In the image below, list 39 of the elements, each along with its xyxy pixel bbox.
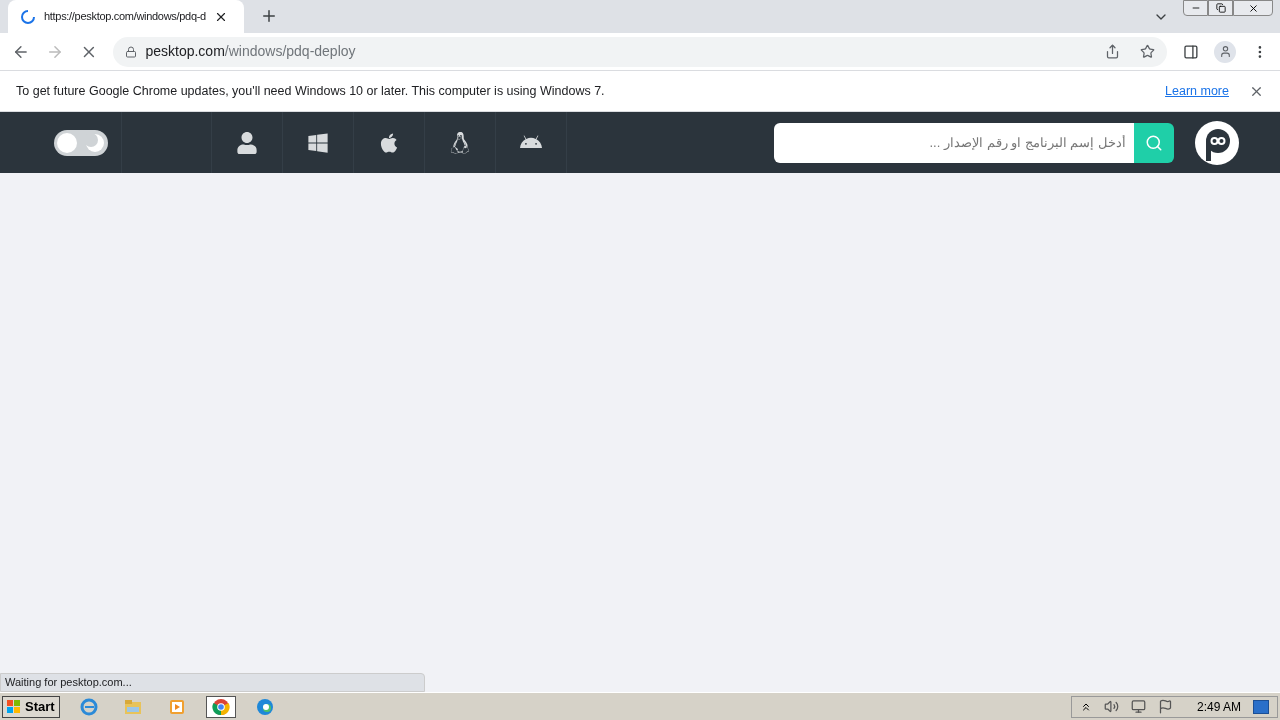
- penguin-icon: [449, 131, 471, 154]
- chrome-icon: [211, 697, 230, 716]
- user-icon: [236, 131, 258, 154]
- show-desktop-icon[interactable]: [1253, 699, 1269, 714]
- site-logo[interactable]: [1194, 119, 1240, 166]
- infobar-message: To get future Google Chrome updates, you'll need Windows 10 or later. This computer is using Windows 7.: [16, 82, 606, 100]
- network-icon[interactable]: [1130, 699, 1146, 714]
- windows-icon: [307, 131, 329, 154]
- theme-toggle[interactable]: [53, 129, 108, 156]
- close-icon: [1247, 2, 1259, 14]
- learn-more-link[interactable]: Learn more: [1165, 81, 1229, 101]
- side-panel-icon[interactable]: [1182, 43, 1199, 60]
- start-button[interactable]: Start: [2, 695, 60, 718]
- new-tab-icon[interactable]: [260, 7, 278, 25]
- flag-icon[interactable]: [1157, 699, 1173, 714]
- address-bar[interactable]: pesktop.com/windows/pdq-deploy: [113, 36, 1167, 67]
- taskbar-app[interactable]: [205, 695, 236, 718]
- search-icon: [1145, 133, 1163, 152]
- status-text: Waiting for pesktop.com...: [5, 675, 132, 691]
- profile-avatar[interactable]: [1214, 40, 1237, 63]
- browser-tab[interactable]: https://pesktop.com/windows/pdq-d: [8, 0, 244, 33]
- url-host: pesktop.com: [145, 42, 225, 61]
- search-button[interactable]: [1134, 122, 1174, 163]
- clock[interactable]: 2:49 AM: [1196, 697, 1241, 716]
- ie-icon: [79, 697, 98, 716]
- tab-title: https://pesktop.com/windows/pdq-d: [44, 9, 206, 25]
- apple-icon: [378, 131, 400, 154]
- lock-icon: [125, 45, 138, 58]
- restore-button[interactable]: [1208, 0, 1233, 16]
- url-path: /windows/pdq-deploy: [224, 42, 356, 61]
- media-player-icon: [168, 698, 185, 715]
- bookmark-star-icon[interactable]: [1139, 44, 1155, 59]
- windows-logo-icon: [7, 699, 21, 714]
- moon-icon: [84, 132, 105, 153]
- volume-icon[interactable]: [1103, 699, 1119, 714]
- share-icon[interactable]: [1104, 44, 1120, 59]
- restore-icon: [1215, 3, 1226, 13]
- edge-icon: [255, 697, 274, 716]
- folder-icon: [123, 698, 142, 715]
